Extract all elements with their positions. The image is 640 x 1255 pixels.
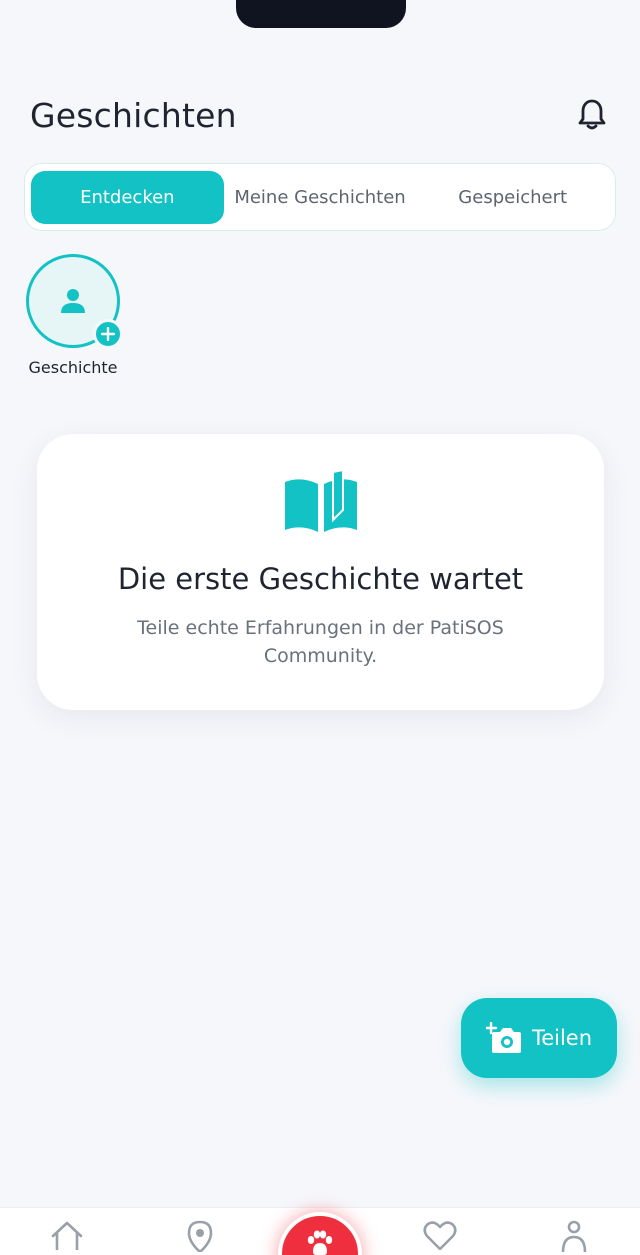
notifications-button[interactable] (574, 97, 610, 133)
home-icon (51, 1221, 83, 1250)
nav-profile[interactable] (554, 1220, 594, 1255)
nav-map[interactable] (180, 1220, 220, 1255)
story-tabs: Entdecken Meine Geschichten Gespeichert (24, 163, 616, 231)
empty-state-text: Teile echte Erfahrungen in der PatiSOS C… (137, 617, 504, 667)
empty-state-title: Die erste Geschichte wartet (117, 562, 524, 596)
camera-plus-icon (485, 1022, 521, 1053)
add-story-button[interactable]: Geschichte (25, 254, 123, 377)
add-story-badge (93, 319, 123, 349)
nav-favorites[interactable] (420, 1220, 460, 1255)
profile-icon (561, 1220, 587, 1252)
tab-gespeichert[interactable]: Gespeichert (416, 171, 609, 224)
page-header: Geschichten (30, 93, 610, 137)
bell-icon (578, 99, 606, 130)
nav-home[interactable] (47, 1220, 87, 1255)
open-book-icon (284, 470, 357, 532)
plus-icon (101, 327, 115, 341)
share-button[interactable]: Teilen (461, 998, 617, 1078)
empty-state-card: Die erste Geschichte wartet Teile echte … (37, 434, 604, 710)
tab-entdecken[interactable]: Entdecken (31, 170, 224, 224)
device-notch (236, 0, 406, 28)
paw-icon (307, 1230, 333, 1255)
user-icon (61, 289, 85, 313)
page-title: Geschichten (30, 95, 237, 135)
share-button-label: Teilen (531, 1026, 593, 1050)
heart-icon (423, 1221, 457, 1250)
location-icon (187, 1220, 213, 1252)
story-avatar (26, 254, 123, 349)
story-label: Geschichte (28, 358, 118, 377)
tab-meine-geschichten[interactable]: Meine Geschichten (224, 171, 417, 224)
